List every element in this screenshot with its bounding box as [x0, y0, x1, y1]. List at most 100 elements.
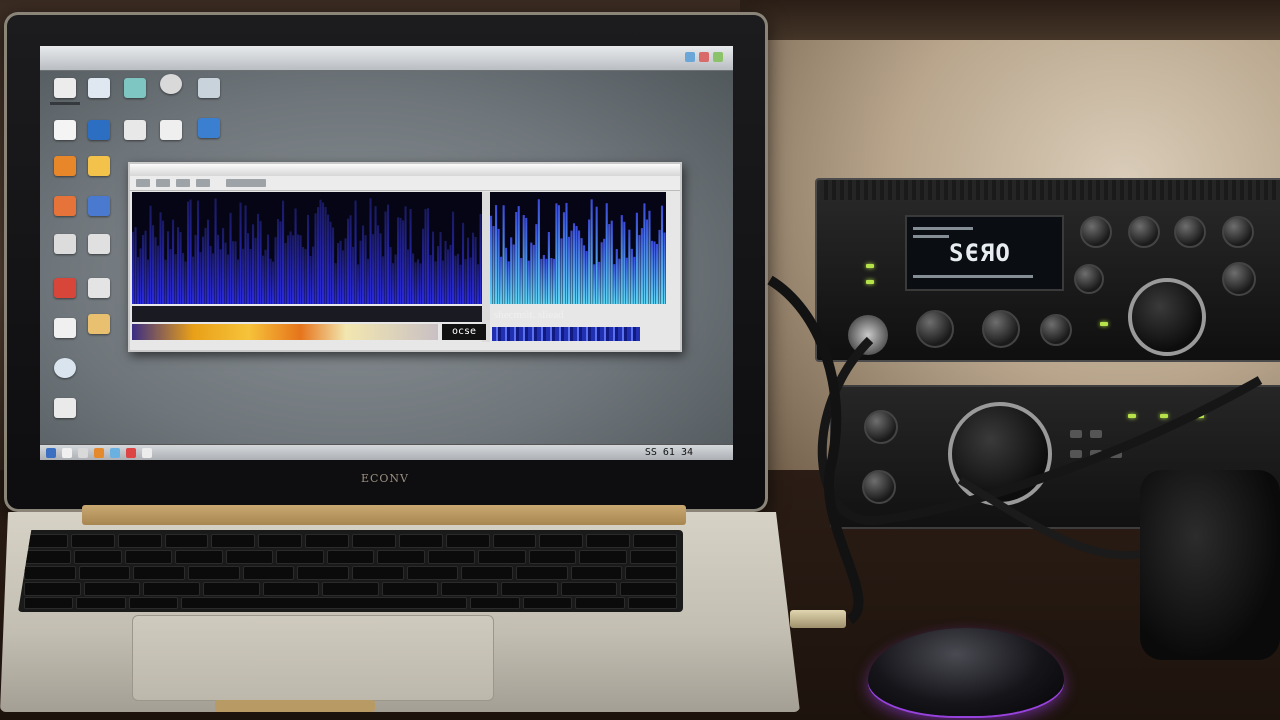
folder-icon[interactable] — [88, 314, 110, 334]
key-row[interactable] — [18, 597, 683, 609]
settings-icon[interactable] — [198, 118, 220, 138]
folder-icon[interactable] — [88, 120, 110, 140]
folder-icon[interactable] — [88, 234, 110, 254]
waveform-sample — [394, 254, 397, 304]
toolbar-button[interactable] — [226, 179, 266, 187]
waveform-sample — [182, 252, 185, 304]
window-controls — [685, 52, 723, 62]
control-knob[interactable] — [1174, 216, 1206, 248]
control-knob[interactable] — [1080, 216, 1112, 248]
waveform-sample — [658, 229, 661, 304]
key-row[interactable] — [18, 534, 683, 548]
taskbar-app-icon[interactable] — [78, 448, 88, 458]
taskbar-app-icon[interactable] — [110, 448, 120, 458]
desktop-icon[interactable] — [54, 156, 76, 176]
key-row[interactable] — [18, 550, 683, 564]
audio-editor-window[interactable]: shecmsit. sliead ocse — [128, 162, 682, 352]
document-icon[interactable] — [54, 196, 76, 216]
waveform-sample — [222, 228, 225, 304]
key-row[interactable] — [18, 566, 683, 580]
desktop-icon[interactable] — [54, 120, 76, 140]
spectrum-bar[interactable] — [132, 324, 438, 340]
settings-icon[interactable] — [198, 78, 220, 98]
taskbar-app-icon[interactable] — [126, 448, 136, 458]
waveform-sample — [294, 208, 297, 304]
browser-icon[interactable] — [160, 120, 182, 140]
waveform-sample — [565, 202, 568, 304]
waveform-sample — [142, 235, 145, 304]
pane-divider[interactable] — [482, 192, 490, 342]
waveform-sample — [412, 253, 415, 304]
waveform-sample — [332, 227, 335, 304]
desktop-icon[interactable] — [54, 78, 76, 98]
start-button-icon[interactable] — [46, 448, 56, 458]
toolbar-button[interactable] — [136, 179, 150, 187]
browser-icon[interactable] — [88, 196, 110, 216]
waveform-sample — [517, 206, 520, 304]
laptop-keyboard[interactable] — [18, 530, 683, 612]
waveform-sample — [289, 231, 292, 304]
taskbar-app-icon[interactable] — [142, 448, 152, 458]
waveform-sample — [442, 260, 445, 304]
lcd-readout: SЄЯO — [949, 239, 1011, 267]
desktop-icon[interactable] — [54, 318, 76, 338]
taskbar-app-icon[interactable] — [94, 448, 104, 458]
waveform-sample — [374, 206, 377, 304]
control-knob[interactable] — [1128, 216, 1160, 248]
waveform-sample — [244, 205, 247, 304]
waveform-sample — [648, 210, 651, 304]
document-icon[interactable] — [54, 398, 76, 418]
waveform-sample — [252, 224, 255, 304]
waveform-sample — [134, 227, 137, 304]
waveform-display-secondary[interactable] — [490, 192, 666, 304]
waveform-sample — [277, 219, 280, 304]
maximize-icon[interactable] — [699, 52, 709, 62]
close-icon[interactable] — [713, 52, 723, 62]
waveform-sample — [492, 226, 495, 304]
waveform-sample — [449, 244, 452, 304]
control-knob[interactable] — [1222, 216, 1254, 248]
browser-icon[interactable] — [160, 74, 182, 94]
desktop-icon[interactable] — [54, 234, 76, 254]
waveform-sample — [660, 205, 664, 304]
waveform-sample — [477, 264, 480, 304]
waveform-sample — [177, 227, 180, 304]
taskbar-app-icon[interactable] — [62, 448, 72, 458]
waveform-sample — [535, 224, 538, 304]
waveform-sample — [307, 214, 310, 304]
waveform-sample — [327, 214, 330, 304]
settings-icon[interactable] — [54, 358, 76, 378]
waveform-sample — [520, 258, 523, 304]
browser-icon[interactable] — [88, 278, 110, 298]
waveform-sample — [217, 234, 220, 304]
key-row[interactable] — [18, 582, 683, 596]
minimize-icon[interactable] — [685, 52, 695, 62]
coax-cable — [767, 275, 864, 625]
waveform-sample — [434, 261, 437, 304]
waveform-sample — [369, 198, 372, 304]
waveform-sample — [490, 215, 493, 304]
waveform-sample — [620, 215, 623, 304]
document-icon[interactable] — [124, 78, 146, 98]
folder-icon[interactable] — [88, 156, 110, 176]
waveform-sample — [169, 249, 172, 304]
waveform-sample — [214, 198, 217, 304]
folder-icon[interactable] — [88, 78, 110, 98]
timeline-strip[interactable] — [132, 306, 482, 322]
document-icon[interactable] — [124, 120, 146, 140]
waveform-sample — [152, 225, 155, 304]
document-icon[interactable] — [54, 278, 76, 298]
laptop-screen: shecmsit. sliead ocse SS 61 34 — [40, 46, 733, 460]
trackpad[interactable] — [132, 615, 494, 701]
toolbar-button[interactable] — [156, 179, 170, 187]
waveform-display-main[interactable] — [132, 192, 482, 304]
waveform-sample — [608, 224, 611, 304]
waveform-sample — [304, 248, 307, 304]
waveform-sample — [532, 244, 535, 304]
waveform-sample — [162, 220, 165, 304]
waveform-sample — [630, 248, 633, 304]
toolbar-button[interactable] — [176, 179, 190, 187]
waveform-sample — [402, 220, 405, 304]
waveform-sample — [192, 256, 195, 304]
toolbar-button[interactable] — [196, 179, 210, 187]
